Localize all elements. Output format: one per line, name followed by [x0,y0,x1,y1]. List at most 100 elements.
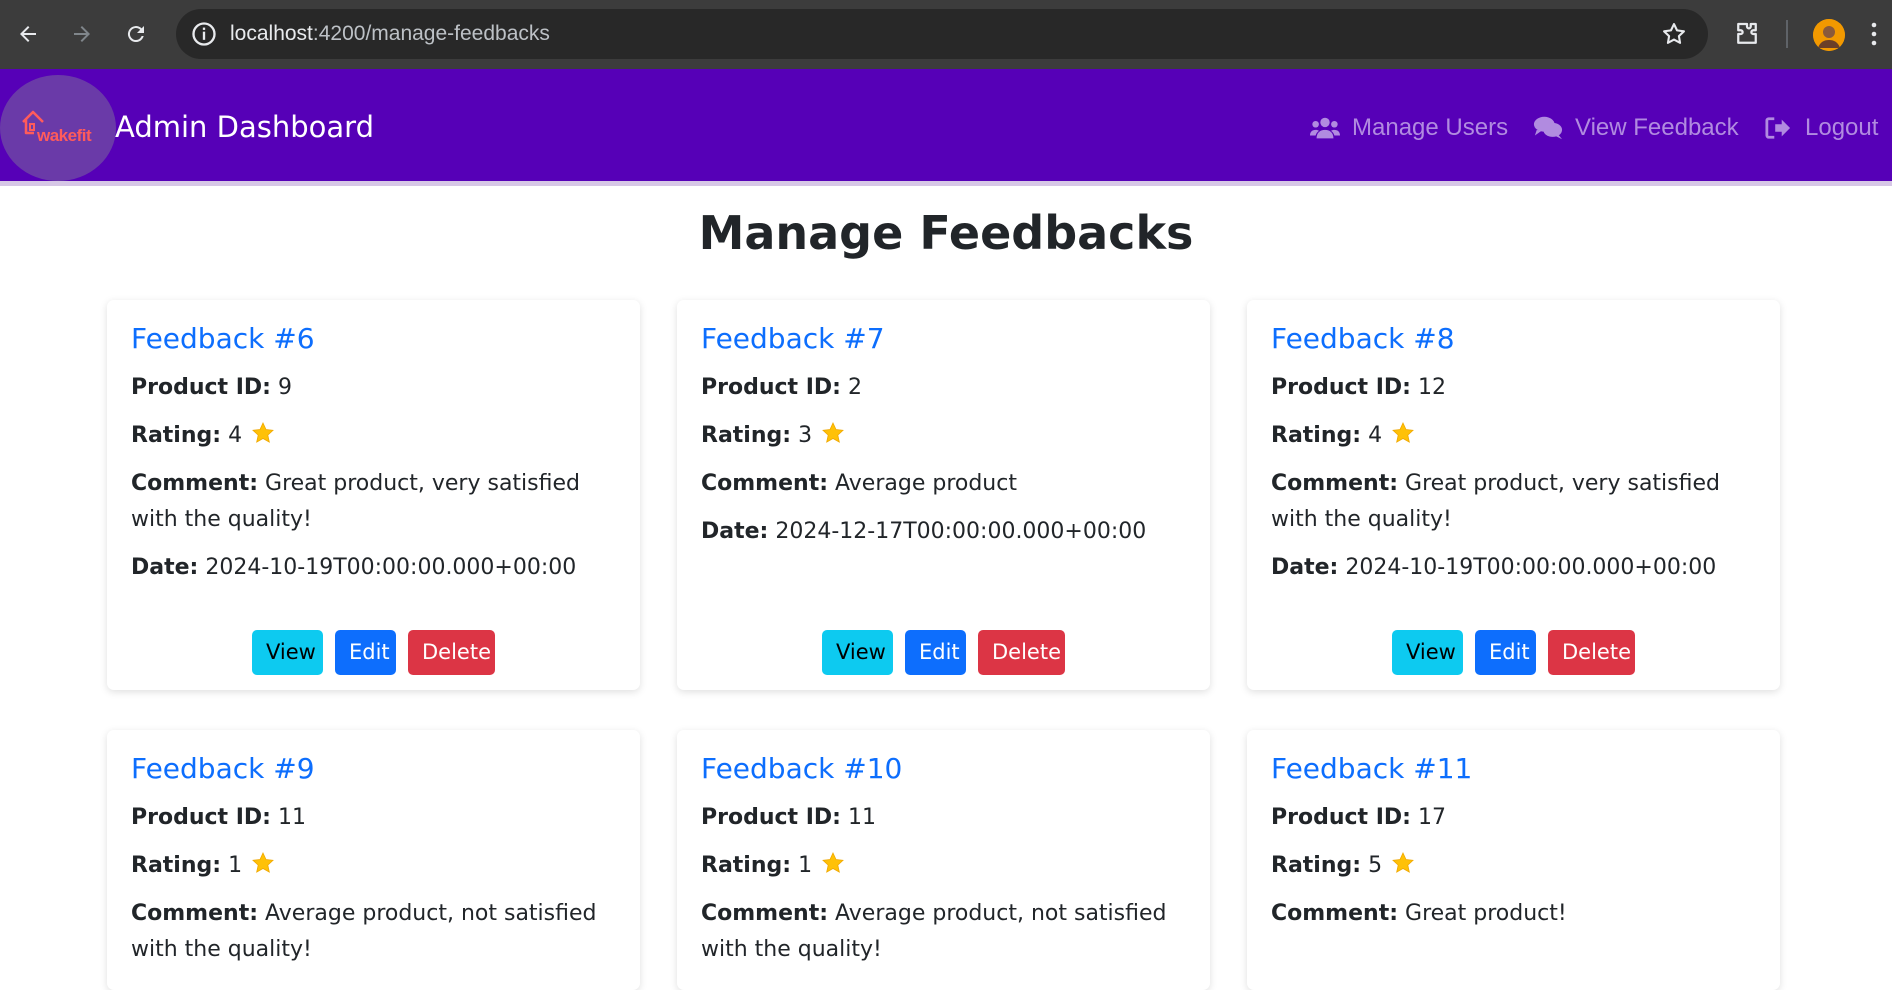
site-info-icon[interactable] [190,20,218,48]
rating-label: Rating: [701,853,792,878]
product-id-row: Product ID: 11 [701,800,1191,836]
date-label: Date: [131,555,199,580]
card-actions: View Edit Delete [1247,630,1780,675]
comment-row: Comment: Average product, not satisfied … [701,896,1191,968]
comment-label: Comment: [701,901,829,926]
rating-label: Rating: [701,423,792,448]
rating-row: Rating: 1 [701,848,1191,884]
rating-value: 1 [228,853,243,878]
product-id-value: 2 [847,375,862,400]
product-id-value: 11 [847,805,876,830]
product-id-label: Product ID: [701,375,841,400]
delete-button[interactable]: Delete [408,630,495,675]
feedback-title: Feedback #11 [1271,752,1473,785]
date-label: Date: [1271,555,1339,580]
product-id-row: Product ID: 12 [1271,370,1761,406]
star-icon [822,852,844,873]
product-id-value: 12 [1417,375,1446,400]
browser-menu-icon[interactable] [1869,20,1879,48]
users-icon [1310,117,1340,139]
product-id-label: Product ID: [131,375,271,400]
comment-label: Comment: [701,471,829,496]
comment-label: Comment: [1271,471,1399,496]
url-path: :4200/manage-feedbacks [312,22,550,45]
view-button[interactable]: View [1392,630,1463,675]
brand-logo[interactable]: wakefit [0,75,116,181]
feedback-card: Feedback #8 Product ID: 12 Rating: 4 Com… [1247,300,1780,690]
product-id-row: Product ID: 17 [1271,800,1761,836]
product-id-row: Product ID: 2 [701,370,1191,406]
comment-value: Great product! [1405,901,1567,926]
nav-logout-label: Logout [1805,114,1879,141]
bookmark-star-icon[interactable] [1660,20,1688,48]
product-id-value: 9 [277,375,292,400]
nav-manage-users[interactable]: Manage Users [1310,113,1508,143]
comment-row: Comment: Average product, not satisfied … [131,896,621,968]
reload-button[interactable] [116,14,156,54]
edit-button[interactable]: Edit [1475,630,1536,675]
date-value: 2024-10-19T00:00:00.000+00:00 [205,555,577,580]
comment-label: Comment: [131,471,259,496]
view-button[interactable]: View [252,630,323,675]
date-row: Date: 2024-10-19T00:00:00.000+00:00 [131,550,621,586]
date-row: Date: 2024-12-17T00:00:00.000+00:00 [701,514,1191,550]
back-button[interactable] [8,14,48,54]
reload-icon [127,26,144,43]
rating-row: Rating: 5 [1271,848,1761,884]
date-value: 2024-10-19T00:00:00.000+00:00 [1345,555,1717,580]
comment-row: Comment: Average product [701,466,1191,502]
rating-row: Rating: 3 [701,418,1191,454]
date-value: 2024-12-17T00:00:00.000+00:00 [775,519,1147,544]
product-id-label: Product ID: [1271,805,1411,830]
toolbar-divider [1786,20,1788,48]
nav-manage-users-label: Manage Users [1352,114,1509,141]
extensions-puzzle-icon[interactable] [1732,19,1762,49]
browser-toolbar: localhost:4200/manage-feedbacks [0,0,1892,69]
product-id-value: 17 [1417,805,1446,830]
rating-label: Rating: [1271,423,1362,448]
product-id-label: Product ID: [131,805,271,830]
url-text: localhost:4200/manage-feedbacks [230,20,550,48]
star-icon [822,422,844,443]
back-arrow-icon [20,26,36,42]
feedback-card: Feedback #9 Product ID: 11 Rating: 1 Com… [107,730,640,990]
view-button[interactable]: View [822,630,893,675]
profile-avatar[interactable] [1813,19,1845,51]
feedback-title: Feedback #7 [701,322,885,355]
feedback-title: Feedback #10 [701,752,903,785]
comment-value: Average product [835,471,1017,496]
rating-row: Rating: 4 [1271,418,1761,454]
brand-title[interactable]: Admin Dashboard [115,110,374,144]
star-icon [252,422,274,443]
product-id-label: Product ID: [701,805,841,830]
product-id-row: Product ID: 11 [131,800,621,836]
feedback-title: Feedback #9 [131,752,315,785]
star-icon [1392,852,1414,873]
address-bar[interactable]: localhost:4200/manage-feedbacks [176,9,1708,59]
edit-button[interactable]: Edit [335,630,396,675]
profile-photo-icon [1813,19,1845,51]
rating-value: 5 [1368,853,1383,878]
rating-row: Rating: 4 [131,418,621,454]
forward-button[interactable] [62,14,102,54]
date-label: Date: [701,519,769,544]
feedback-title: Feedback #8 [1271,322,1455,355]
feedback-card: Feedback #6 Product ID: 9 Rating: 4 Comm… [107,300,640,690]
rating-value: 1 [798,853,813,878]
comment-label: Comment: [1271,901,1399,926]
product-id-row: Product ID: 9 [131,370,621,406]
delete-button[interactable]: Delete [978,630,1065,675]
rating-label: Rating: [1271,853,1362,878]
card-actions: View Edit Delete [107,630,640,675]
comment-row: Comment: Great product, very satisfied w… [131,466,621,538]
nav-view-feedback[interactable]: View Feedback [1533,113,1739,143]
date-row: Date: 2024-10-19T00:00:00.000+00:00 [1271,550,1761,586]
rating-value: 4 [228,423,243,448]
card-actions: View Edit Delete [677,630,1210,675]
delete-button[interactable]: Delete [1548,630,1635,675]
star-icon [252,852,274,873]
rating-value: 4 [1368,423,1383,448]
nav-logout[interactable]: Logout [1765,113,1878,143]
product-id-value: 11 [277,805,306,830]
edit-button[interactable]: Edit [905,630,966,675]
